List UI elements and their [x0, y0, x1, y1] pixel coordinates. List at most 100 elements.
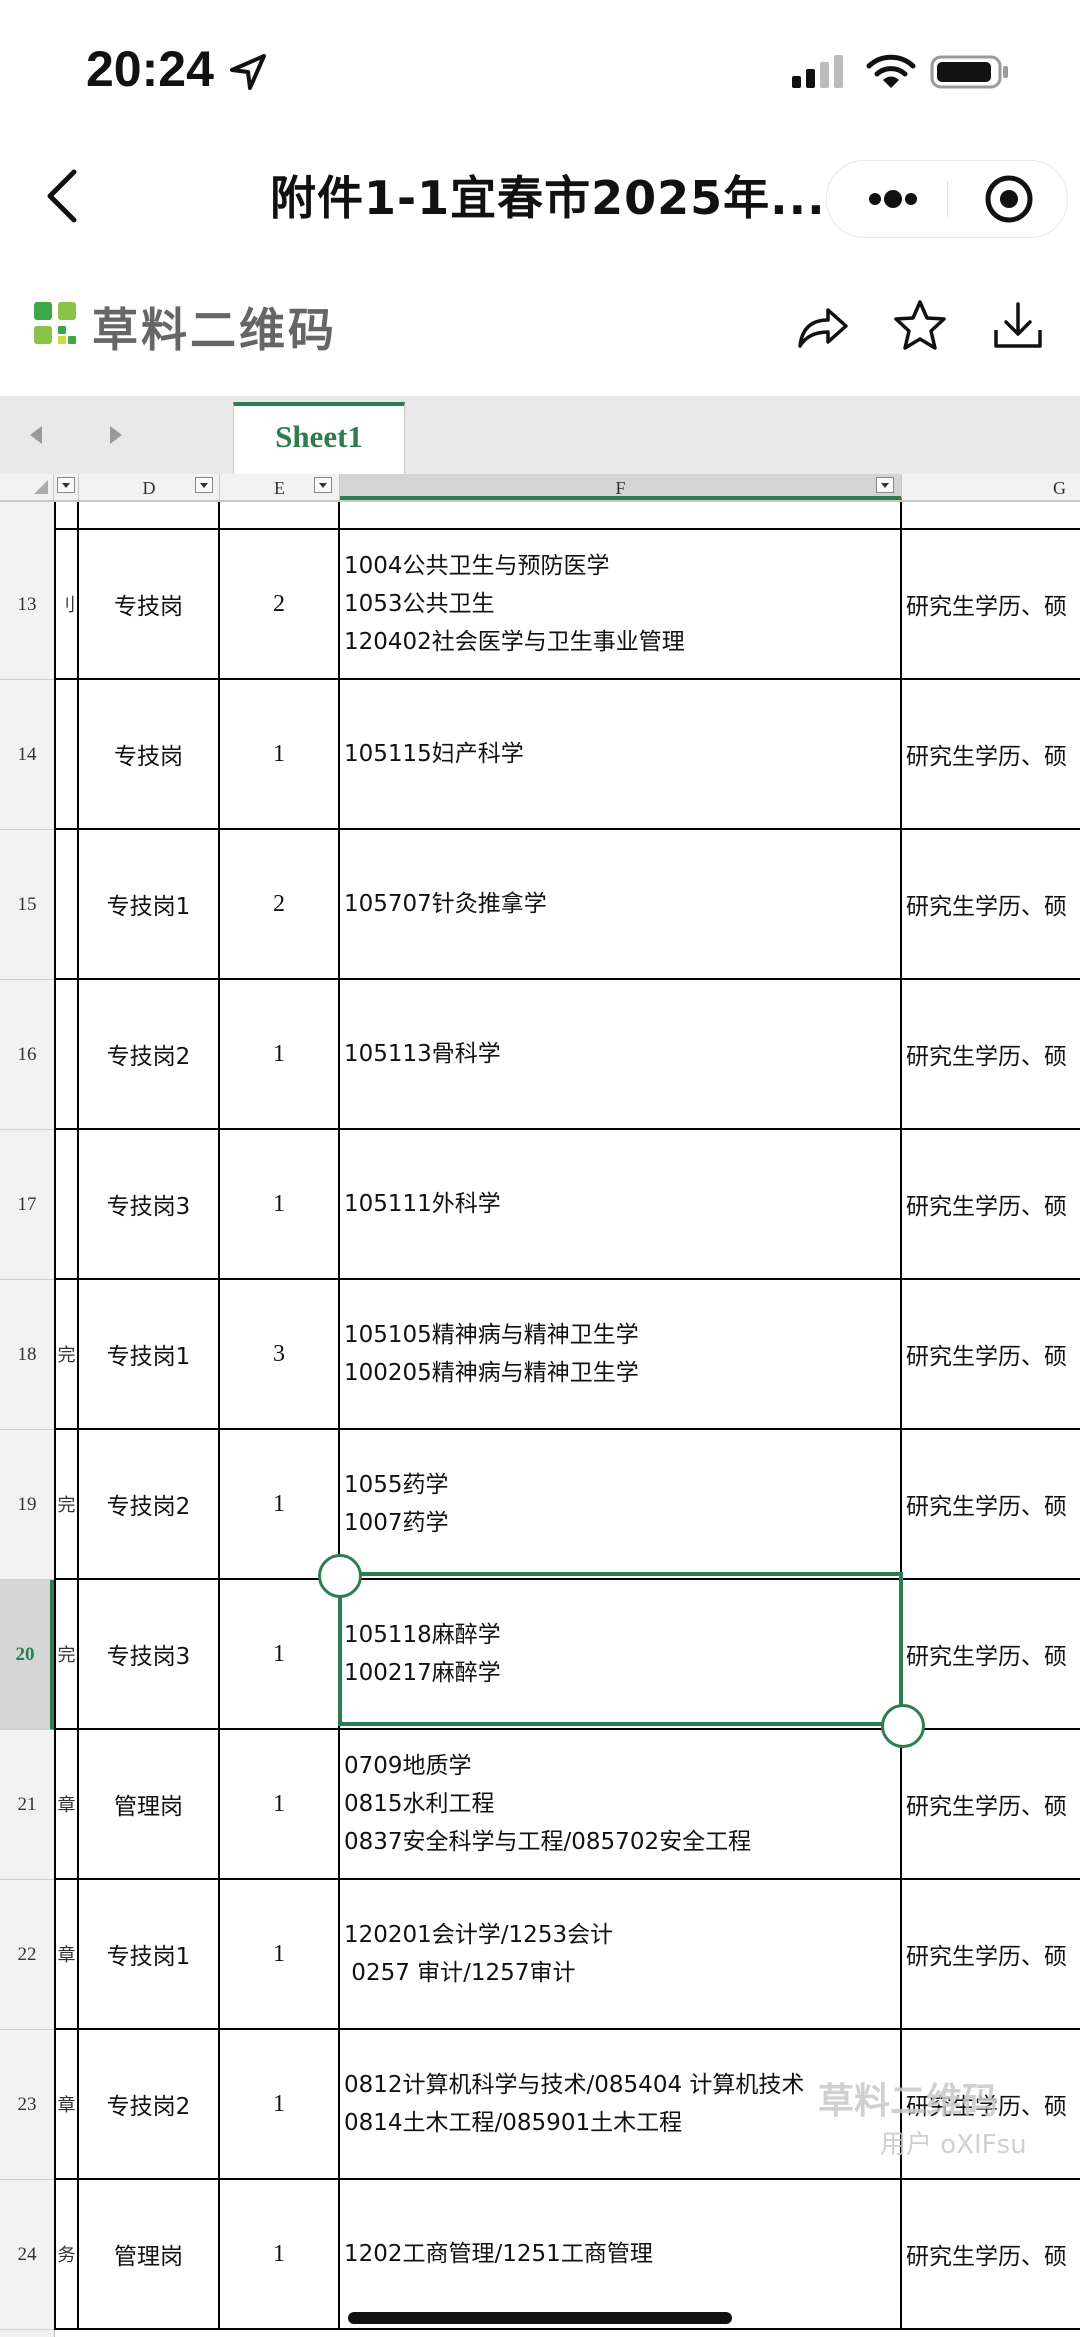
- major-line: 1202工商管理/1251工商管理: [344, 2241, 653, 2267]
- cell-education[interactable]: 研究生学历、硕: [902, 1580, 1080, 1730]
- brand-name: 草料二维码: [92, 303, 337, 357]
- cell-position-type[interactable]: 专技岗: [79, 530, 220, 680]
- cell-headcount[interactable]: 1: [220, 1130, 340, 1280]
- row-number[interactable]: 21: [0, 1730, 54, 1880]
- cell-headcount[interactable]: 1: [220, 1430, 340, 1580]
- filter-dropdown-icon[interactable]: [195, 477, 213, 493]
- share-icon[interactable]: [792, 296, 852, 356]
- cell-major[interactable]: 105118麻醉学 100217麻醉学: [340, 1580, 902, 1730]
- row-number[interactable]: 22: [0, 1880, 54, 2030]
- cell-c[interactable]: 章: [54, 1880, 79, 2030]
- cell-position-type[interactable]: 专技岗3: [79, 1130, 220, 1280]
- prev-sheet-icon[interactable]: [22, 420, 52, 450]
- major-line: 1053公共卫生: [344, 591, 495, 617]
- cell-position-type[interactable]: 专技岗2: [79, 1430, 220, 1580]
- cell-position-type[interactable]: 专技岗2: [79, 2030, 220, 2180]
- major-lines: 105707针灸推拿学: [344, 885, 547, 923]
- filter-dropdown-icon[interactable]: [876, 477, 894, 493]
- tab-sheet1[interactable]: Sheet1: [233, 402, 405, 474]
- cell-major[interactable]: 105115妇产科学: [340, 680, 902, 830]
- cell-headcount[interactable]: 1: [220, 680, 340, 830]
- row-number[interactable]: 17: [0, 1130, 54, 1280]
- cell-major[interactable]: 0709地质学 0815水利工程 0837安全科学与工程/085702安全工程: [340, 1730, 902, 1880]
- cell-c[interactable]: 刂: [54, 530, 79, 680]
- download-icon[interactable]: [988, 296, 1048, 356]
- cell-c[interactable]: [54, 1130, 79, 1280]
- cell-major[interactable]: 1055药学 1007药学: [340, 1430, 902, 1580]
- cell-headcount[interactable]: 1: [220, 1880, 340, 2030]
- cell-c[interactable]: 章: [54, 2030, 79, 2180]
- major-line: 0709地质学: [344, 1753, 472, 1779]
- cell-major[interactable]: 120201会计学/1253会计 0257 审计/1257审计: [340, 1880, 902, 2030]
- cell-c[interactable]: [54, 680, 79, 830]
- cell-education[interactable]: 研究生学历、硕: [902, 1130, 1080, 1280]
- cell-major[interactable]: 1202工商管理/1251工商管理: [340, 2180, 902, 2330]
- cell-c[interactable]: 章: [54, 1730, 79, 1880]
- column-e-header[interactable]: E: [220, 474, 340, 500]
- cell-position-type[interactable]: 专技岗1: [79, 1280, 220, 1430]
- cell-education[interactable]: 研究生学历、硕: [902, 1730, 1080, 1880]
- row-number[interactable]: 16: [0, 980, 54, 1130]
- cell-c[interactable]: 务: [54, 2180, 79, 2330]
- more-icon[interactable]: [847, 161, 937, 237]
- row-number[interactable]: 19: [0, 1430, 54, 1580]
- row-number[interactable]: 23: [0, 2030, 54, 2180]
- cell-education[interactable]: 研究生学历、硕: [902, 980, 1080, 1130]
- cell-headcount[interactable]: 3: [220, 1280, 340, 1430]
- column-g-header[interactable]: G: [902, 474, 1080, 500]
- sheet-tab-bar: Sheet1: [0, 396, 1080, 474]
- cell-major[interactable]: 105707针灸推拿学: [340, 830, 902, 980]
- cell-education[interactable]: 研究生学历、硕: [902, 680, 1080, 830]
- cell-education[interactable]: 研究生学历、硕: [902, 1430, 1080, 1580]
- row-number[interactable]: 13: [0, 530, 54, 680]
- row-number[interactable]: 20: [0, 1580, 54, 1730]
- cell-major[interactable]: 1004公共卫生与预防医学 1053公共卫生 120402社会医学与卫生事业管理: [340, 530, 902, 680]
- cell-headcount[interactable]: 1: [220, 2180, 340, 2330]
- cell-education[interactable]: 研究生学历、硕: [902, 530, 1080, 680]
- filter-dropdown-icon[interactable]: [57, 477, 75, 493]
- column-d-header[interactable]: D: [79, 474, 220, 500]
- major-line: 105105精神病与精神卫生学: [344, 1322, 639, 1348]
- cell-headcount[interactable]: 2: [220, 530, 340, 680]
- cell-headcount[interactable]: 1: [220, 980, 340, 1130]
- column-c-header[interactable]: [54, 474, 79, 500]
- cell-c[interactable]: 完: [54, 1580, 79, 1730]
- cell-major[interactable]: 105111外科学: [340, 1130, 902, 1280]
- row-number[interactable]: 24: [0, 2180, 54, 2330]
- star-icon[interactable]: [890, 296, 950, 356]
- cell-education[interactable]: 研究生学历、硕: [902, 1880, 1080, 2030]
- cell-headcount[interactable]: 1: [220, 1580, 340, 1730]
- spreadsheet-grid[interactable]: 13 刂专技岗 2 1004公共卫生与预防医学 1053公共卫生 120402社会医学与卫…: [0, 502, 1080, 2337]
- major-line: 0815水利工程: [344, 1791, 495, 1817]
- select-all-corner[interactable]: [0, 474, 54, 500]
- cell-position-type[interactable]: 专技岗: [79, 680, 220, 830]
- cell-headcount[interactable]: 1: [220, 1730, 340, 1880]
- cell-position-type[interactable]: 专技岗2: [79, 980, 220, 1130]
- selection-handle-start[interactable]: [318, 1554, 362, 1598]
- cell-c[interactable]: 完: [54, 1430, 79, 1580]
- cell-position-type[interactable]: 专技岗1: [79, 1880, 220, 2030]
- close-circle-icon[interactable]: [959, 161, 1059, 237]
- cell-headcount[interactable]: 2: [220, 830, 340, 980]
- cell-education[interactable]: 研究生学历、硕: [902, 2180, 1080, 2330]
- cell-position-type[interactable]: 管理岗: [79, 2180, 220, 2330]
- back-icon[interactable]: [40, 166, 84, 226]
- cell-position-type[interactable]: 管理岗: [79, 1730, 220, 1880]
- row-number[interactable]: 15: [0, 830, 54, 980]
- cell-position-type[interactable]: 专技岗1: [79, 830, 220, 980]
- cell-education[interactable]: 研究生学历、硕: [902, 1280, 1080, 1430]
- cell-major[interactable]: 105113骨科学: [340, 980, 902, 1130]
- filter-dropdown-icon[interactable]: [314, 477, 332, 493]
- column-f-header[interactable]: F: [340, 474, 902, 500]
- row-number[interactable]: 14: [0, 680, 54, 830]
- cell-c[interactable]: [54, 830, 79, 980]
- row-number[interactable]: 18: [0, 1280, 54, 1430]
- cell-headcount[interactable]: 1: [220, 2030, 340, 2180]
- cell-position-type[interactable]: 专技岗3: [79, 1580, 220, 1730]
- next-sheet-icon[interactable]: [100, 420, 130, 450]
- cell-c[interactable]: [54, 980, 79, 1130]
- cell-education[interactable]: 研究生学历、硕: [902, 830, 1080, 980]
- cell-c[interactable]: 完: [54, 1280, 79, 1430]
- selection-handle-end[interactable]: [881, 1704, 925, 1748]
- cell-major[interactable]: 105105精神病与精神卫生学 100205精神病与精神卫生学: [340, 1280, 902, 1430]
